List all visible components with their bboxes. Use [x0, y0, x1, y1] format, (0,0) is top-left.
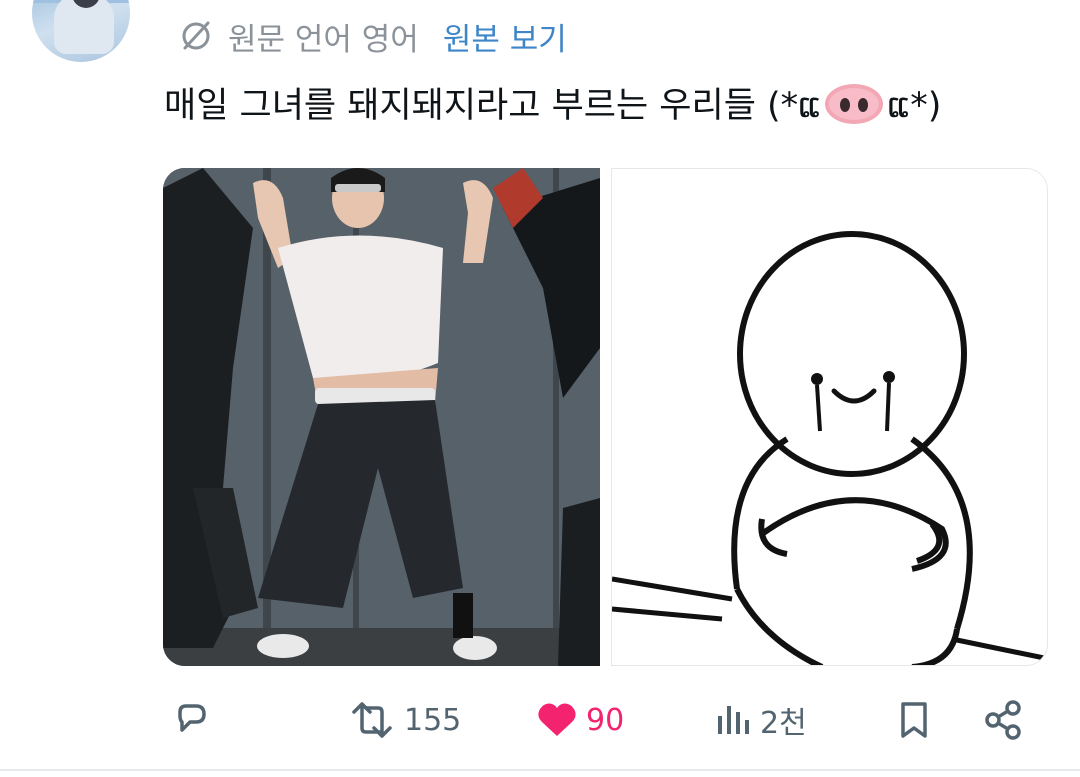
translate-icon	[182, 21, 210, 50]
tweet-text: 매일 그녀를 돼지돼지라고 부르는 우리들 (*ແ ແ*)	[164, 82, 941, 130]
media-grid	[163, 168, 1048, 666]
tweet-actions: 155 90 2천	[0, 690, 1080, 750]
bookmark-button[interactable]	[895, 690, 933, 750]
avatar-figure	[54, 0, 114, 54]
pig-nose-icon	[825, 84, 884, 124]
share-button[interactable]	[982, 690, 1026, 750]
photo-icon	[163, 168, 600, 666]
tweet-text-end: ແ*)	[887, 86, 942, 126]
reply-button[interactable]	[168, 690, 212, 750]
views-icon	[718, 706, 749, 734]
translation-bar: 원문 언어 영어 원본 보기	[178, 14, 567, 58]
illustration-icon	[612, 169, 1047, 665]
author-avatar[interactable]	[32, 0, 130, 62]
like-button[interactable]: 90	[534, 690, 624, 750]
heart-icon	[538, 703, 576, 736]
source-language-label: 원문 언어 영어	[228, 21, 419, 58]
views-count: 2천	[760, 706, 807, 741]
cartoon-character[interactable]	[611, 168, 1048, 666]
like-count: 90	[586, 702, 625, 738]
tweet-text-start: 매일 그녀를 돼지돼지라고 부르는 우리들 (*ແ	[164, 86, 822, 126]
views-button[interactable]: 2천	[714, 690, 807, 750]
reply-icon	[178, 704, 206, 732]
divider	[0, 769, 1080, 771]
retweet-icon	[352, 702, 392, 738]
view-original-link[interactable]: 원본 보기	[443, 14, 567, 59]
retweet-count: 155	[404, 702, 462, 738]
bookmark-icon	[901, 702, 927, 738]
share-icon	[985, 700, 1021, 740]
dance-photo[interactable]	[163, 168, 600, 666]
retweet-button[interactable]: 155	[346, 690, 461, 750]
